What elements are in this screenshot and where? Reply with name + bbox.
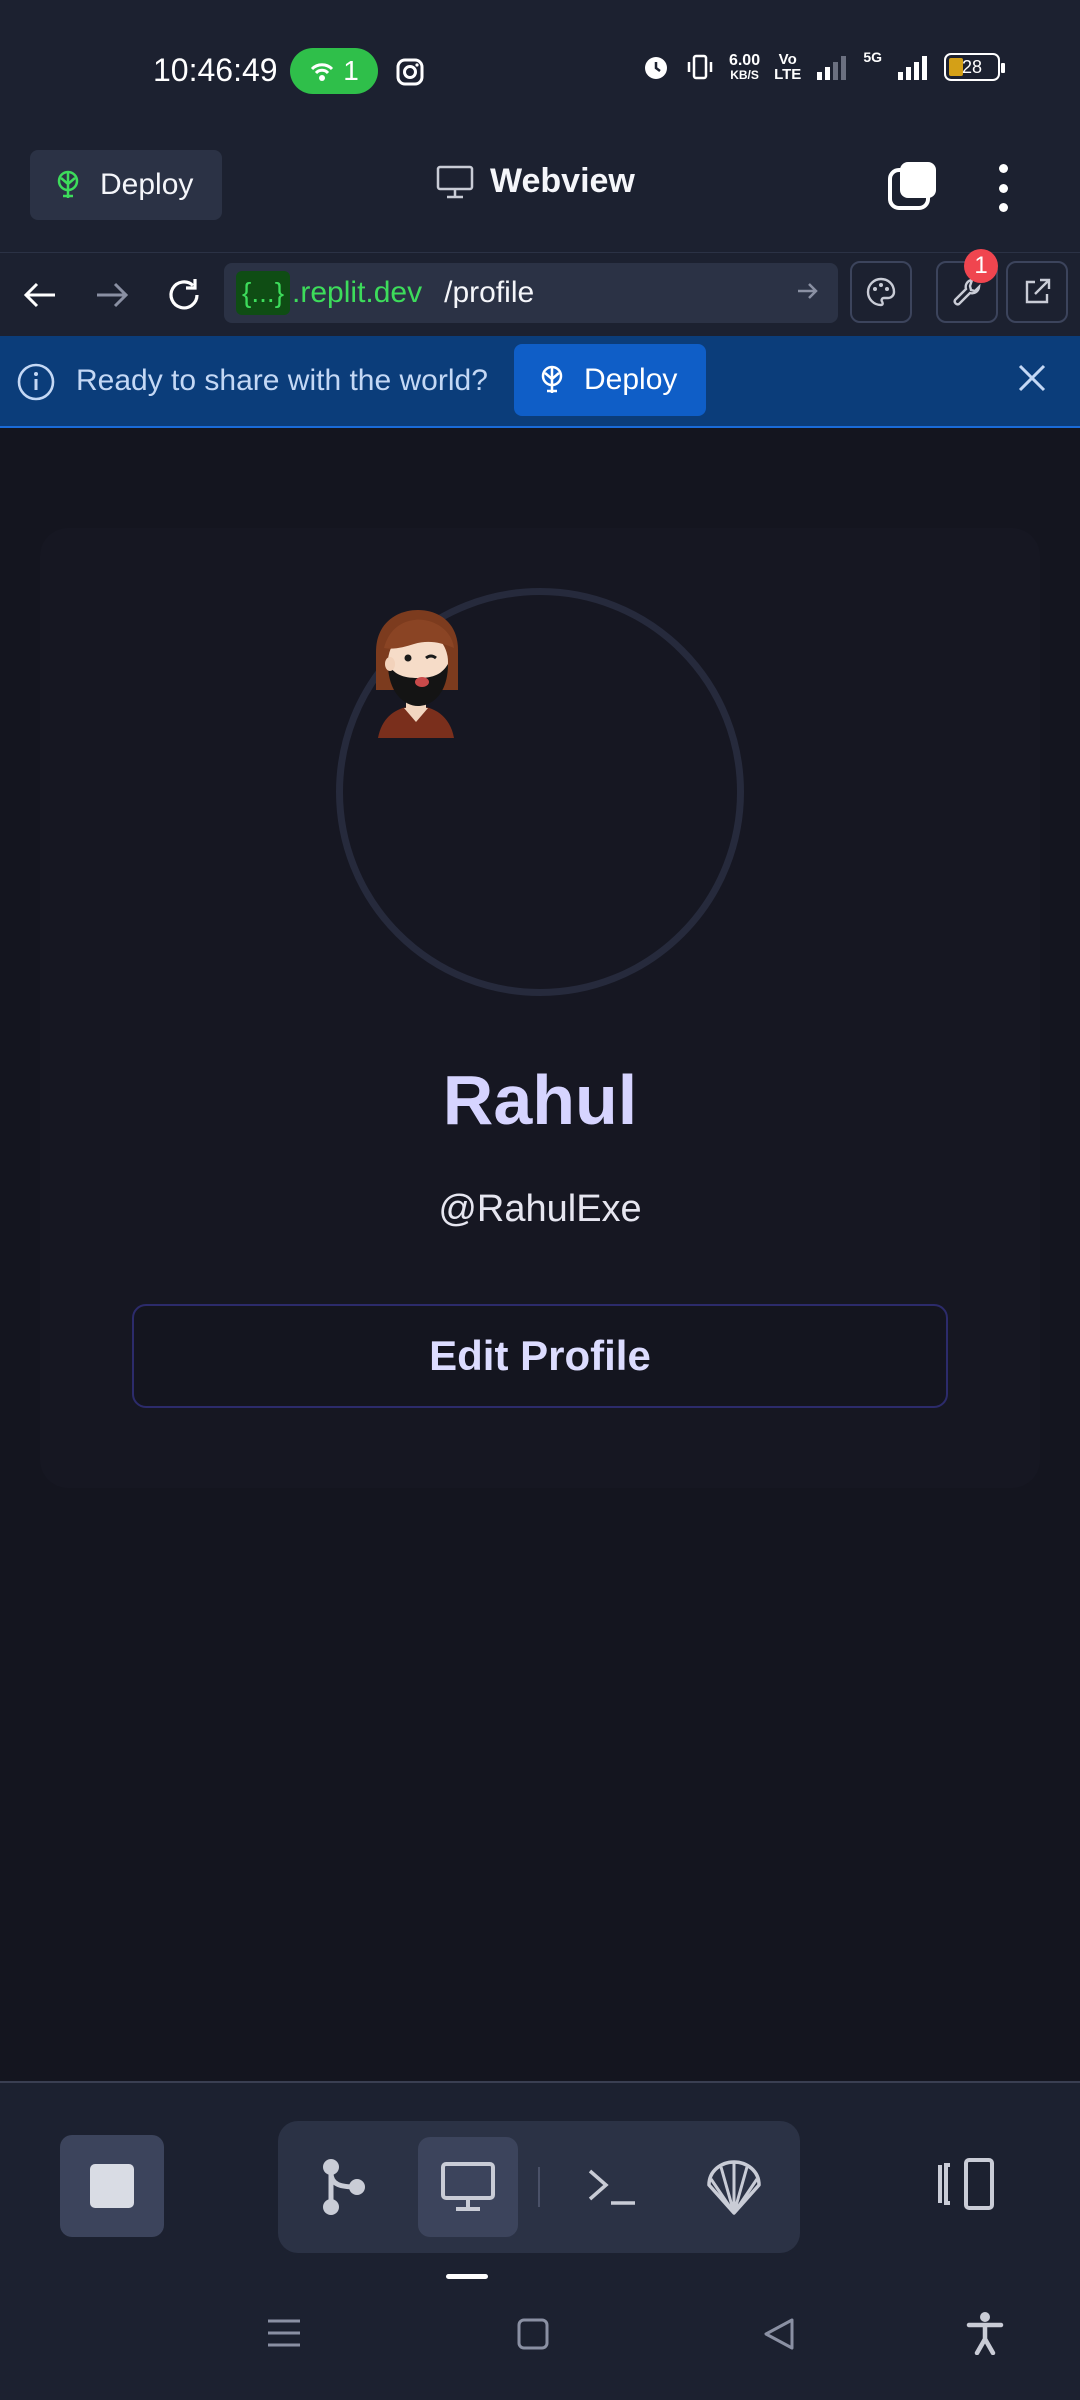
profile-name: Rahul (442, 1061, 638, 1139)
status-bar: 10:46:49 1 6.00 KB/S Vo LTE 5G 28 (0, 0, 1080, 140)
forward-arrow-icon[interactable] (84, 267, 140, 323)
url-host: .replit.dev (292, 276, 423, 309)
deploy-header-button[interactable]: Deploy (30, 150, 222, 220)
close-icon[interactable] (1016, 362, 1048, 394)
more-icon[interactable] (986, 158, 1020, 218)
volte-indicator: Vo LTE (774, 51, 802, 83)
url-badge: {...} (236, 271, 291, 315)
webview-title-text: Webview (490, 162, 635, 200)
url-toolbar: {...} .replit.dev /profile 1 (0, 249, 1080, 336)
banner-deploy-button[interactable]: Deploy (514, 344, 706, 416)
stop-icon[interactable] (60, 2135, 164, 2237)
back-icon[interactable] (762, 2317, 796, 2351)
deploy-icon (54, 170, 82, 200)
avatar (368, 608, 464, 744)
back-arrow-icon[interactable] (12, 267, 68, 323)
accessibility-icon[interactable] (966, 2311, 1004, 2355)
shell-icon[interactable] (684, 2137, 784, 2237)
home-indicator (446, 2274, 488, 2279)
git-icon[interactable] (294, 2137, 394, 2237)
signal-weak-icon (815, 52, 849, 82)
signal-strong-icon (896, 52, 930, 82)
android-nav-bar (0, 2285, 1080, 2400)
tool-divider (538, 2167, 540, 2207)
hotspot-icon (309, 58, 335, 84)
layout-toggle-icon[interactable] (936, 2157, 996, 2211)
refresh-icon[interactable] (156, 267, 212, 323)
url-input[interactable]: {...} .replit.dev /profile (224, 263, 838, 323)
status-time: 10:46:49 (153, 52, 278, 88)
app-header: Deploy Webview (0, 140, 1080, 252)
url-path: /profile (444, 276, 535, 309)
external-link-icon[interactable] (1006, 261, 1068, 323)
profile-handle: @RahulExe (438, 1188, 642, 1230)
palette-icon[interactable] (850, 261, 912, 323)
banner-message: Ready to share with the world? (76, 364, 488, 397)
banner-deploy-label: Deploy (584, 363, 678, 396)
deploy-icon (538, 365, 566, 395)
notification-badge: 1 (964, 249, 998, 283)
tool-group (278, 2121, 800, 2253)
net-speed: 6.00 KB/S (728, 52, 761, 82)
wrench-icon[interactable]: 1 (936, 249, 998, 323)
edit-profile-button[interactable]: Edit Profile (132, 1304, 948, 1408)
terminal-icon[interactable] (562, 2137, 662, 2237)
menu-icon[interactable] (266, 2317, 302, 2349)
monitor-icon (436, 165, 474, 199)
battery-icon: 28 (944, 53, 1005, 81)
bottom-toolbar (0, 2085, 1080, 2285)
monitor-icon[interactable] (418, 2137, 518, 2237)
alarm-icon (641, 52, 671, 82)
deploy-label: Deploy (100, 168, 194, 201)
info-icon (16, 362, 56, 402)
page-title: Webview (436, 162, 635, 201)
status-icons: 6.00 KB/S Vo LTE 5G 28 (641, 49, 1005, 83)
hotspot-pill: 1 (290, 48, 378, 94)
tabs-icon[interactable] (886, 160, 938, 212)
hotspot-count: 1 (343, 55, 359, 86)
vibrate-icon (685, 52, 715, 82)
go-arrow-icon[interactable] (796, 279, 820, 303)
network-type: 5G (863, 49, 882, 65)
deploy-banner: Ready to share with the world? Deploy (0, 336, 1080, 428)
instagram-icon (396, 58, 424, 86)
home-icon[interactable] (516, 2317, 550, 2351)
